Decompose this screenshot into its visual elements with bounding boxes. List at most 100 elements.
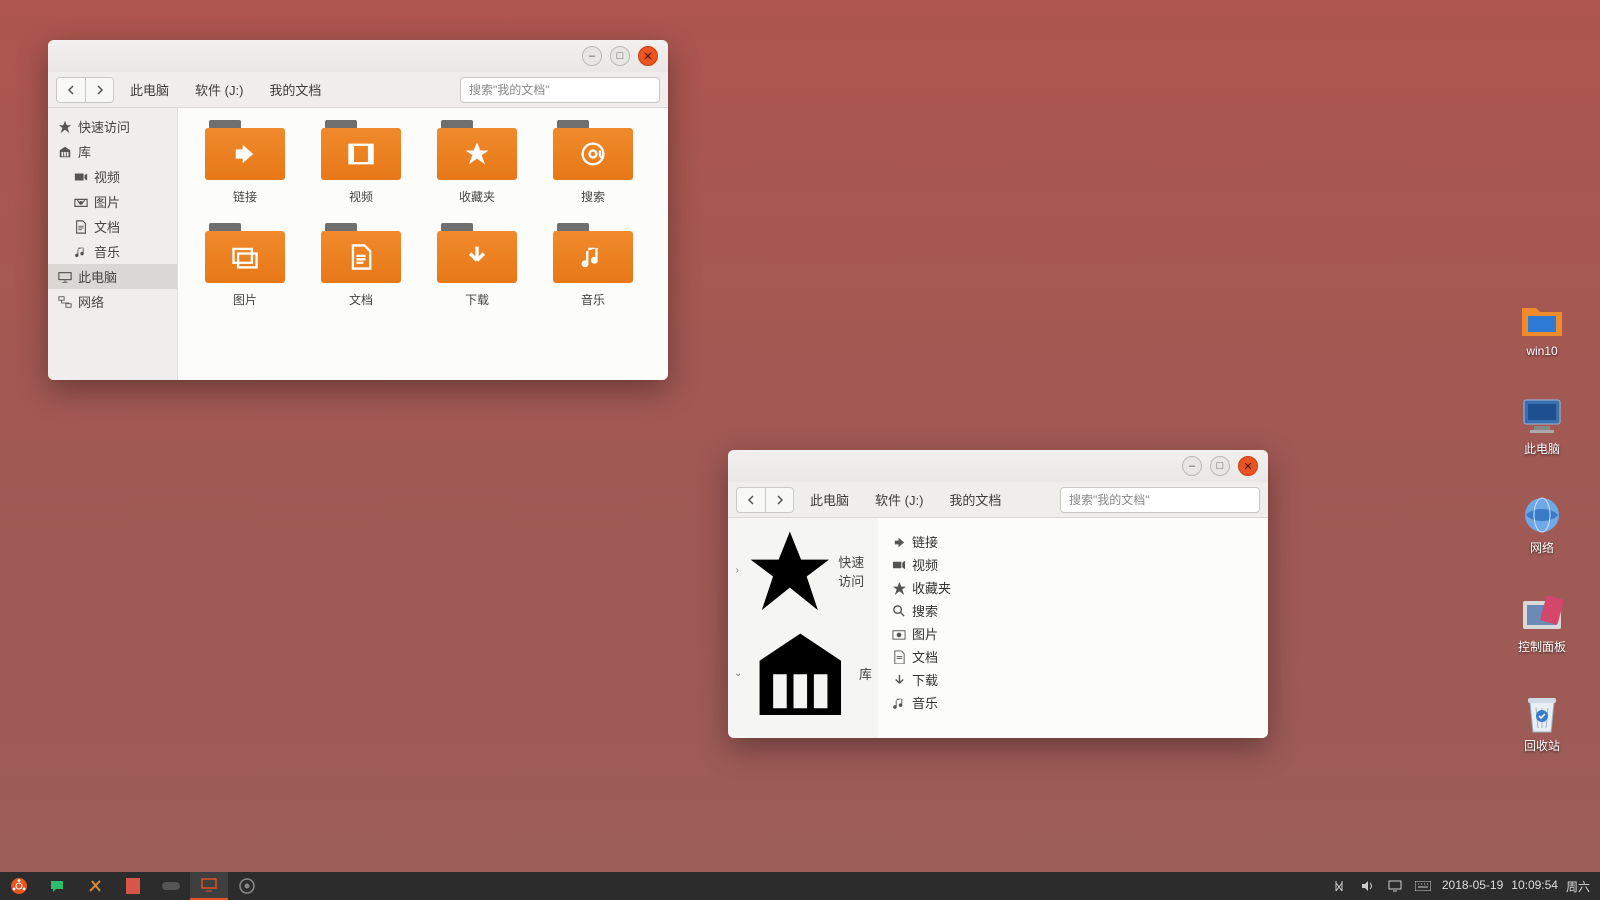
tray-volume-icon[interactable]: [1358, 877, 1376, 895]
folder-icon: [321, 120, 401, 180]
sidebar-library[interactable]: 库: [48, 139, 177, 164]
back-button[interactable]: [737, 488, 765, 512]
tray-keyboard-icon[interactable]: [1414, 877, 1432, 895]
folder-item[interactable]: 文档: [306, 223, 416, 308]
desktop-icon-control-panel[interactable]: 控制面板: [1502, 594, 1582, 655]
folder-icon: [553, 223, 633, 283]
breadcrumb-this-pc[interactable]: 此电脑: [120, 76, 179, 103]
folder-icon: [205, 120, 285, 180]
down-icon: [892, 673, 906, 687]
list-label: 文档: [912, 647, 938, 666]
sidebar-documents[interactable]: 文档: [48, 214, 177, 239]
tree-library[interactable]: ⌄库: [728, 618, 878, 731]
list-item[interactable]: 搜索: [886, 599, 1260, 622]
desktop-icon-win10[interactable]: win10: [1502, 300, 1582, 358]
sidebar-network[interactable]: 网络: [48, 289, 177, 314]
search-input[interactable]: 搜索"我的文档": [460, 77, 660, 103]
list-item[interactable]: 图片: [886, 622, 1260, 645]
system-tray: 2018-05-19 10:09:54 周六: [1330, 872, 1600, 900]
taskbar-chrome[interactable]: [228, 872, 266, 900]
folder-item[interactable]: 链接: [190, 120, 300, 205]
sidebar-quick-access[interactable]: 快速访问: [48, 114, 177, 139]
folder-icon: [553, 120, 633, 180]
content-area: 链接视频收藏夹搜索图片文档下载音乐: [878, 518, 1268, 738]
sidebar-this-pc[interactable]: 此电脑: [48, 264, 177, 289]
sidebar-pictures[interactable]: 图片: [48, 189, 177, 214]
list-item[interactable]: 视频: [886, 553, 1260, 576]
desktop-label: win10: [1526, 344, 1557, 358]
breadcrumb-this-pc[interactable]: 此电脑: [800, 486, 859, 513]
computer-icon: [1520, 396, 1564, 436]
breadcrumb-drive[interactable]: 软件 (J:): [185, 76, 253, 103]
breadcrumb-documents[interactable]: 我的文档: [939, 486, 1011, 513]
list-item[interactable]: 音乐: [886, 691, 1260, 714]
list-item[interactable]: 下载: [886, 668, 1260, 691]
sidebar-label: 文档: [94, 217, 120, 236]
breadcrumb-documents[interactable]: 我的文档: [259, 76, 331, 103]
taskbar-clock[interactable]: 2018-05-19 10:09:54 周六: [1442, 878, 1590, 895]
trash-icon: [1520, 693, 1564, 733]
taskbar-day: 周六: [1566, 878, 1590, 895]
search-input[interactable]: 搜索"我的文档": [1060, 487, 1260, 513]
tree-quick-access[interactable]: ›快速访问: [728, 524, 878, 618]
minimize-button[interactable]: –: [582, 46, 602, 66]
desktop-label: 网络: [1530, 539, 1554, 556]
desktop-label: 此电脑: [1524, 440, 1560, 457]
start-button[interactable]: [0, 872, 38, 900]
tree-video[interactable]: ›视频: [728, 730, 878, 738]
titlebar: – □ ✕: [48, 40, 668, 72]
maximize-button[interactable]: □: [610, 46, 630, 66]
sidebar-music[interactable]: 音乐: [48, 239, 177, 264]
desktop-icon-trash[interactable]: 回收站: [1502, 693, 1582, 754]
folder-item[interactable]: 收藏夹: [422, 120, 532, 205]
taskbar-app-1[interactable]: [76, 872, 114, 900]
file-manager-window-list: – □ ✕ 此电脑 软件 (J:) 我的文档 搜索"我的文档" ›快速访问 ⌄库…: [728, 450, 1268, 738]
sidebar-video[interactable]: 视频: [48, 164, 177, 189]
desktop-icon-this-pc[interactable]: 此电脑: [1502, 396, 1582, 457]
video-icon: [892, 558, 906, 572]
close-button[interactable]: ✕: [1238, 456, 1258, 476]
sidebar: 快速访问 库 视频 图片 文档 音乐 此电脑 网络: [48, 108, 178, 380]
taskbar-chat[interactable]: [38, 872, 76, 900]
folder-icon: [205, 223, 285, 283]
minimize-button[interactable]: –: [1182, 456, 1202, 476]
list-label: 音乐: [912, 693, 938, 712]
folder-item[interactable]: 音乐: [538, 223, 648, 308]
desktop-icons: win10 此电脑 网络 控制面板 回收站: [1502, 300, 1582, 754]
folder-item[interactable]: 视频: [306, 120, 416, 205]
folder-label: 视频: [349, 188, 373, 205]
sidebar-label: 网络: [78, 292, 104, 311]
list-item[interactable]: 收藏夹: [886, 576, 1260, 599]
maximize-button[interactable]: □: [1210, 456, 1230, 476]
list-label: 收藏夹: [912, 578, 951, 597]
list-label: 图片: [912, 624, 938, 643]
sidebar-label: 音乐: [94, 242, 120, 261]
toolbar: 此电脑 软件 (J:) 我的文档 搜索"我的文档": [48, 72, 668, 108]
breadcrumb-drive[interactable]: 软件 (J:): [865, 486, 933, 513]
taskbar-app-2[interactable]: [114, 872, 152, 900]
content-area: 链接视频 收藏夹搜索图片文档下载音乐: [178, 108, 668, 380]
folder-item[interactable]: 下载: [422, 223, 532, 308]
globe-icon: [1520, 495, 1564, 535]
folder-item[interactable]: 图片: [190, 223, 300, 308]
folder-item[interactable]: 搜索: [538, 120, 648, 205]
nav-buttons: [56, 77, 114, 103]
tray-network-icon[interactable]: [1330, 877, 1348, 895]
folder-icon: [1520, 300, 1564, 340]
desktop-icon-network[interactable]: 网络: [1502, 495, 1582, 556]
forward-button[interactable]: [85, 78, 113, 102]
close-button[interactable]: ✕: [638, 46, 658, 66]
list-item[interactable]: 链接: [886, 530, 1260, 553]
forward-button[interactable]: [765, 488, 793, 512]
back-button[interactable]: [57, 78, 85, 102]
sidebar-label: 图片: [94, 192, 120, 211]
tray-display-icon[interactable]: [1386, 877, 1404, 895]
titlebar: – □ ✕: [728, 450, 1268, 482]
taskbar-games[interactable]: [152, 872, 190, 900]
star-icon: [892, 581, 906, 595]
search-icon: [892, 604, 906, 618]
taskbar-file-manager[interactable]: [190, 872, 228, 900]
taskbar: 2018-05-19 10:09:54 周六: [0, 872, 1600, 900]
folder-icon: [437, 120, 517, 180]
list-item[interactable]: 文档: [886, 645, 1260, 668]
